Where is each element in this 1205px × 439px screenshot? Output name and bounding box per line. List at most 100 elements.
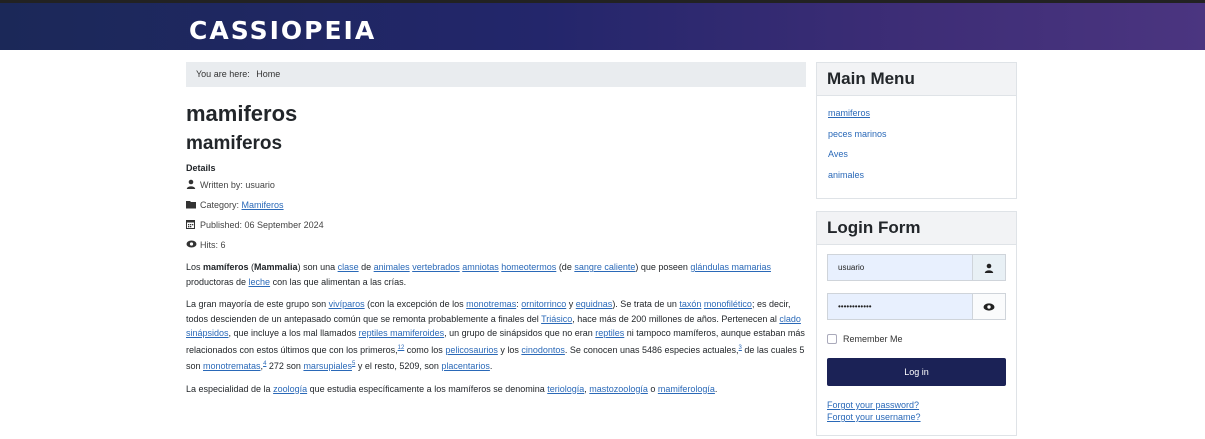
link-sangre-caliente[interactable]: sangre caliente: [574, 262, 635, 272]
password-input[interactable]: ••••••••••••: [828, 294, 972, 319]
p1-text: Los: [186, 262, 204, 272]
link-mastozoologia[interactable]: mastozoología: [589, 384, 648, 394]
p1-bold: mamíferos: [203, 262, 249, 272]
link-monofiletico[interactable]: monofilético: [704, 299, 752, 309]
link-marsupiales[interactable]: marsupiales: [303, 361, 352, 371]
folder-icon: [186, 200, 200, 211]
login-title: Login Form: [817, 212, 1016, 245]
link-triasico[interactable]: Triásico: [541, 314, 572, 324]
link-ornitorrinco[interactable]: ornitorrinco: [521, 299, 566, 309]
p1-text: productoras de: [186, 276, 249, 287]
site-brand[interactable]: CASSIOPEIA: [189, 16, 376, 45]
link-equidnas[interactable]: equidnas: [576, 299, 613, 309]
p2-text: como los: [404, 344, 446, 355]
link-cinodontos[interactable]: cinodontos: [521, 345, 565, 355]
breadcrumb-prefix: You are here:: [196, 69, 250, 79]
p2-text: y el resto, 5209, son: [355, 361, 442, 371]
details-label: Details: [186, 163, 216, 173]
breadcrumb: You are here: Home: [186, 62, 806, 87]
username-group: usuario: [827, 254, 1006, 281]
user-icon: [972, 255, 1005, 280]
meta-author: Written by: usuario: [186, 178, 806, 192]
p2-text: , un grupo de sinápsidos que no eran: [444, 328, 596, 338]
calendar-icon: [186, 219, 200, 231]
p3-text: o: [647, 383, 658, 394]
remember-me: Remember Me: [827, 332, 1006, 346]
p1-text: (de: [556, 262, 575, 272]
link-sinapsidos[interactable]: sinápsidos: [186, 328, 229, 338]
p3-text: La especialidad de la: [186, 383, 274, 394]
meta-hits-text: Hits: 6: [200, 240, 226, 250]
meta-hits: Hits: 6: [186, 238, 806, 252]
p2-text: , que incluye a los mal llamados: [228, 328, 359, 338]
main-menu-title: Main Menu: [817, 63, 1016, 96]
forgot-password-link[interactable]: Forgot your password?: [827, 400, 919, 410]
p2-text: (con la excepción de los: [364, 299, 467, 309]
meta-published-text: Published: 06 September 2024: [200, 220, 324, 230]
p3-text: .: [714, 383, 718, 394]
password-group: ••••••••••••: [827, 293, 1006, 320]
link-homeotermos[interactable]: homeotermos: [501, 262, 556, 272]
login-form: usuario •••••••••••• Remember Me Log in …: [817, 245, 1016, 435]
article-paragraph-3: La especialidad de la zoología que estud…: [186, 382, 806, 397]
link-pelicosaurios[interactable]: pelicosaurios: [445, 345, 498, 355]
login-button[interactable]: Log in: [827, 358, 1006, 386]
page-title: mamiferos: [186, 101, 298, 126]
meta-category: Category: Mamiferos: [186, 198, 806, 212]
link-monotrematas[interactable]: monotrematas: [203, 361, 261, 371]
link-monotremas[interactable]: monotremas: [466, 299, 516, 309]
link-viviparos[interactable]: vivíparos: [329, 299, 365, 309]
meta-author-text: Written by: usuario: [200, 180, 275, 190]
p2-text: .: [489, 361, 493, 371]
link-vertebrados[interactable]: vertebrados: [412, 262, 460, 272]
link-zoologia[interactable]: zoología: [273, 384, 307, 394]
menu-item-mamiferos[interactable]: mamiferos: [828, 108, 870, 118]
link-teriologia[interactable]: teriología: [547, 384, 584, 394]
p2-text: 272 son: [266, 361, 304, 371]
article-paragraph-1: Los mamíferos (Mammalia) son una clase d…: [186, 260, 806, 289]
p2-text: , hace más de 200 millones de años. Pert…: [572, 313, 780, 324]
p1-text: con las que alimentan a las crías.: [270, 276, 407, 287]
menu-item-aves[interactable]: Aves: [828, 149, 848, 159]
article-title: mamiferos: [186, 133, 283, 154]
remember-me-checkbox[interactable]: [827, 334, 837, 344]
link-placentarios[interactable]: placentarios: [441, 361, 490, 371]
meta-published: Published: 06 September 2024: [186, 218, 806, 232]
main-menu-card: Main Menu mamiferos peces marinos Aves a…: [816, 62, 1017, 199]
link-mamiferologia[interactable]: mamiferología: [658, 384, 715, 394]
p2-text: y: [566, 299, 576, 309]
username-input[interactable]: usuario: [828, 255, 972, 280]
link-animales[interactable]: animales: [374, 262, 410, 272]
main-content: You are here: Home mamiferos mamiferos D…: [186, 62, 806, 396]
p2-text: La gran mayoría de este grupo son: [186, 299, 329, 309]
p2-text: y los: [497, 344, 522, 355]
link-clado[interactable]: clado: [779, 314, 801, 324]
p1-text: de: [358, 262, 374, 272]
link-glandulas-mamarias[interactable]: glándulas mamarias: [690, 262, 771, 272]
meta-category-label: Category:: [200, 200, 240, 210]
menu-item-animales[interactable]: animales: [828, 170, 864, 180]
forgot-username-link[interactable]: Forgot your username?: [827, 412, 921, 422]
p3-text: que estudia específicamente a los mamífe…: [307, 383, 548, 394]
link-reptiles[interactable]: reptiles: [595, 328, 624, 338]
category-link[interactable]: Mamiferos: [242, 200, 284, 210]
remember-me-label: Remember Me: [843, 334, 903, 344]
p1-text: ) que poseen: [635, 262, 691, 272]
eye-icon: [186, 240, 200, 250]
link-amniotas[interactable]: amniotas: [462, 262, 499, 272]
link-taxon[interactable]: taxón: [679, 299, 701, 309]
show-password-eye-icon[interactable]: [972, 294, 1005, 319]
sidebar: Main Menu mamiferos peces marinos Aves a…: [816, 62, 1017, 436]
p1-bold: Mammalia: [254, 262, 298, 272]
user-icon: [186, 179, 200, 191]
menu-item-peces-marinos[interactable]: peces marinos: [828, 129, 887, 139]
link-reptiles-mamiferoides[interactable]: reptiles mamiferoides: [359, 328, 445, 338]
link-clase[interactable]: clase: [338, 262, 359, 272]
login-card: Login Form usuario •••••••••••• Remember…: [816, 211, 1017, 436]
p2-text: . Se conocen unas 5486 especies actuales…: [564, 344, 739, 355]
breadcrumb-home: Home: [256, 69, 281, 79]
site-header: CASSIOPEIA: [0, 0, 1205, 50]
link-leche[interactable]: leche: [249, 277, 271, 287]
article-paragraph-2: La gran mayoría de este grupo son vivípa…: [186, 297, 806, 374]
p2-text: ). Se trata de un: [612, 299, 680, 309]
